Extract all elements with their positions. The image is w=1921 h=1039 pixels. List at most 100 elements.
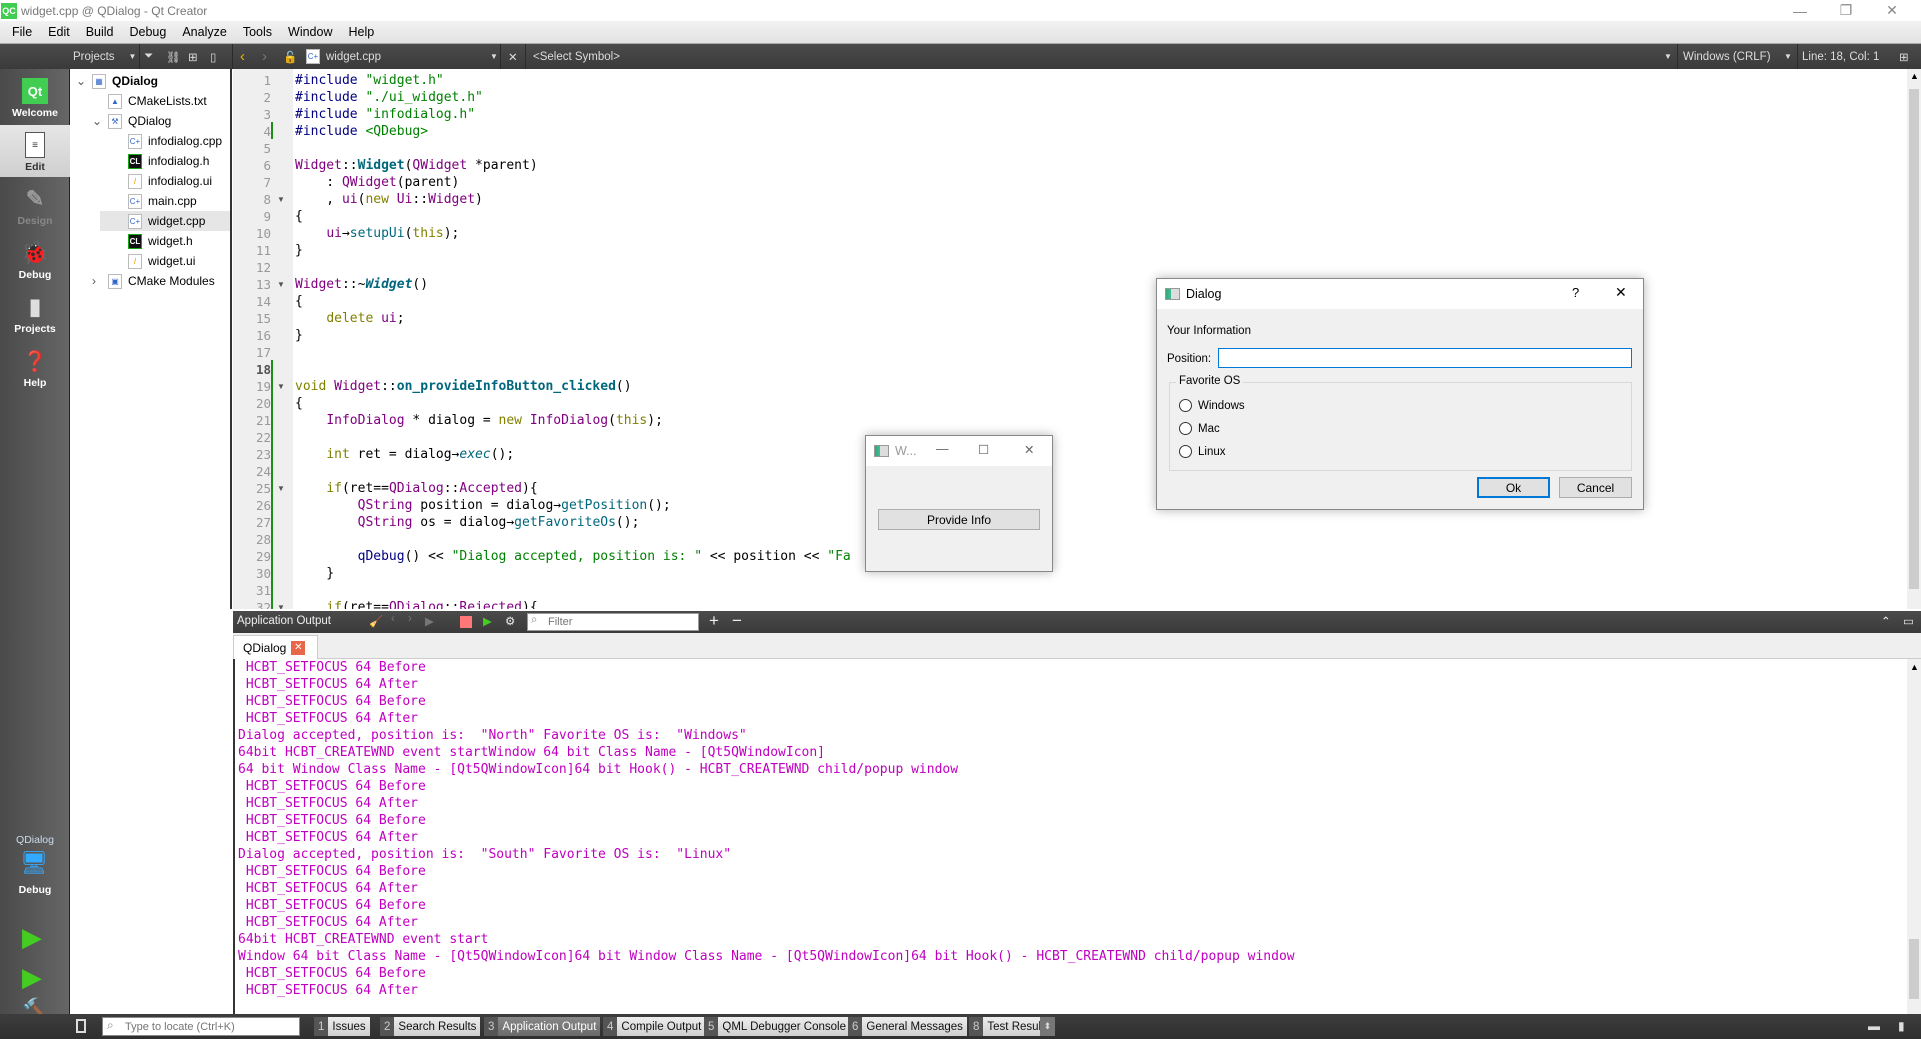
projects-view-select[interactable]: Projects ▼: [73, 44, 136, 69]
minimize-button[interactable]: —: [936, 442, 949, 456]
clear-output-icon[interactable]: 🧹: [369, 614, 383, 628]
menu-analyze[interactable]: Analyze: [174, 25, 234, 39]
fold-arrow-icon[interactable]: ▼: [277, 484, 285, 493]
ok-button[interactable]: Ok: [1477, 477, 1550, 498]
line-number: 27: [255, 515, 271, 530]
toggle-sidebar-icon[interactable]: [76, 1019, 86, 1033]
fold-arrow-icon[interactable]: ▼: [277, 280, 285, 289]
radio-linux[interactable]: Linux: [1179, 445, 1226, 458]
close-pane-icon[interactable]: ▭: [1903, 614, 1914, 628]
mode-design[interactable]: ✎ Design: [0, 179, 70, 231]
menu-file[interactable]: File: [4, 25, 40, 39]
tree-item[interactable]: ⌄ ▦ QDialog: [70, 71, 230, 91]
output-pane-button-search-results[interactable]: 2 Search Results: [380, 1017, 481, 1036]
fold-arrow-icon[interactable]: ▼: [277, 195, 285, 204]
zoom-in-icon[interactable]: +: [709, 611, 719, 631]
file-select[interactable]: C+ widget.cpp ▼: [306, 44, 498, 69]
close-button[interactable]: ✕: [1024, 442, 1034, 457]
attach-debugger-icon[interactable]: ▶: [483, 614, 492, 628]
close-file-icon[interactable]: ✕: [508, 44, 518, 69]
tree-item[interactable]: / infodialog.ui: [100, 171, 230, 191]
maximize-pane-icon[interactable]: ⌃: [1881, 614, 1891, 628]
debug-run-icon[interactable]: ▶: [22, 962, 42, 993]
application-output[interactable]: ▲ HCBT_SETFOCUS 64 Before HCBT_SETFOCUS …: [233, 659, 1921, 1014]
position-input[interactable]: [1218, 348, 1632, 368]
radio-mac[interactable]: Mac: [1179, 422, 1220, 435]
mode-debug[interactable]: 🐞 Debug: [0, 233, 70, 285]
tree-item[interactable]: › ▣ CMake Modules: [70, 271, 230, 291]
zoom-out-icon[interactable]: −: [732, 611, 742, 631]
tree-item[interactable]: C+ widget.cpp: [100, 211, 230, 231]
split-editor-icon[interactable]: ⊞: [1899, 44, 1909, 69]
close-button[interactable]: ✕: [1869, 0, 1915, 21]
menu-help[interactable]: Help: [340, 25, 382, 39]
menu-build[interactable]: Build: [78, 25, 122, 39]
mode-welcome[interactable]: Qt Welcome: [0, 71, 70, 123]
expand-arrow-icon[interactable]: ⌄: [92, 114, 104, 128]
code-line: #include "widget.h": [295, 72, 444, 89]
toggle-right-sidebar-icon[interactable]: ▮: [1898, 1019, 1905, 1033]
tree-item[interactable]: CL widget.h: [100, 231, 230, 251]
output-tab-qdialog[interactable]: QDialog ✕: [233, 635, 318, 659]
expand-arrow-icon[interactable]: ›: [92, 274, 104, 288]
stop-icon[interactable]: [460, 616, 472, 628]
output-pane-button-compile-output[interactable]: 4 Compile Output: [603, 1017, 706, 1036]
output-pane-button-qml-debugger-console[interactable]: 5 QML Debugger Console: [704, 1017, 850, 1036]
output-scrollbar[interactable]: ▲: [1907, 659, 1921, 1014]
output-pane-button-application-output[interactable]: 3 Application Output: [484, 1017, 601, 1036]
locator-input[interactable]: [102, 1017, 300, 1036]
settings-gear-icon[interactable]: ⚙: [505, 614, 515, 628]
editor-scrollbar[interactable]: ▲: [1907, 69, 1921, 609]
line-ending-dropdown-icon[interactable]: ▼: [1784, 44, 1792, 69]
provide-info-button[interactable]: Provide Info: [878, 509, 1040, 530]
close-sidebar-icon[interactable]: ▯: [210, 44, 216, 69]
split-icon[interactable]: ⊞: [188, 44, 198, 69]
link-editor-icon[interactable]: ⛓: [166, 44, 181, 69]
tree-item[interactable]: C+ main.cpp: [100, 191, 230, 211]
kit-selector-computer-icon[interactable]: 🖥: [20, 852, 50, 874]
forward-icon[interactable]: ›: [262, 44, 267, 69]
output-filter-input[interactable]: [527, 613, 699, 631]
help-button[interactable]: ?: [1572, 285, 1579, 300]
filter-tree-icon[interactable]: ⏷: [144, 44, 153, 69]
tree-item[interactable]: / widget.ui: [100, 251, 230, 271]
output-pane-button-general-messages[interactable]: 6 General Messages: [848, 1017, 967, 1036]
symbol-dropdown-icon[interactable]: ▼: [1664, 44, 1672, 69]
mode-help[interactable]: ❓ Help: [0, 341, 70, 393]
menu-tools[interactable]: Tools: [235, 25, 280, 39]
rerun-icon[interactable]: ▶: [425, 614, 434, 628]
tree-item[interactable]: ⌄ ⚒ QDialog: [70, 111, 230, 131]
close-tab-icon[interactable]: ✕: [291, 640, 306, 655]
fold-arrow-icon[interactable]: ▼: [277, 382, 285, 391]
tree-item[interactable]: C+ infodialog.cpp: [100, 131, 230, 151]
run-icon[interactable]: ▶: [22, 922, 42, 953]
mode-edit[interactable]: ≡ Edit: [0, 125, 70, 177]
restore-button[interactable]: ❐: [1823, 0, 1869, 21]
tree-item[interactable]: ▲ CMakeLists.txt: [70, 91, 230, 111]
line-ending-select[interactable]: Windows (CRLF): [1683, 44, 1771, 69]
kit-build-config[interactable]: Debug: [0, 884, 70, 896]
cursor-position[interactable]: Line: 18, Col: 1: [1802, 44, 1879, 69]
output-pane-button-issues[interactable]: 1 Issues: [314, 1017, 370, 1036]
more-panes-icon[interactable]: ⬍: [1040, 1017, 1055, 1036]
group-title: Favorite OS: [1176, 375, 1244, 387]
menu-edit[interactable]: Edit: [40, 25, 78, 39]
tree-item[interactable]: CL infodialog.h: [100, 151, 230, 171]
prev-item-icon[interactable]: ‹: [391, 613, 395, 625]
radio-windows[interactable]: Windows: [1179, 399, 1245, 412]
toggle-progress-icon[interactable]: ▬: [1868, 1019, 1880, 1033]
menu-window[interactable]: Window: [280, 25, 340, 39]
cancel-button[interactable]: Cancel: [1559, 477, 1632, 498]
mode-projects[interactable]: ▮ Projects: [0, 287, 70, 339]
maximize-button[interactable]: ☐: [978, 442, 989, 457]
minimize-button[interactable]: —: [1777, 0, 1823, 21]
symbol-select[interactable]: <Select Symbol>: [533, 44, 620, 69]
code-editor[interactable]: 1 2 3 4 5 6 7 8 ▼ 9 10 11 12 13 ▼ 14 15 16 17 18 19 ▼ 20 21 22 23…: [233, 69, 1921, 609]
expand-arrow-icon[interactable]: ⌄: [76, 74, 88, 88]
close-button[interactable]: ✕: [1615, 284, 1627, 301]
back-icon[interactable]: ‹: [240, 44, 245, 69]
code-token: void: [295, 379, 335, 394]
next-item-icon[interactable]: ›: [408, 613, 412, 625]
fold-arrow-icon[interactable]: ▼: [277, 603, 285, 609]
menu-debug[interactable]: Debug: [122, 25, 175, 39]
